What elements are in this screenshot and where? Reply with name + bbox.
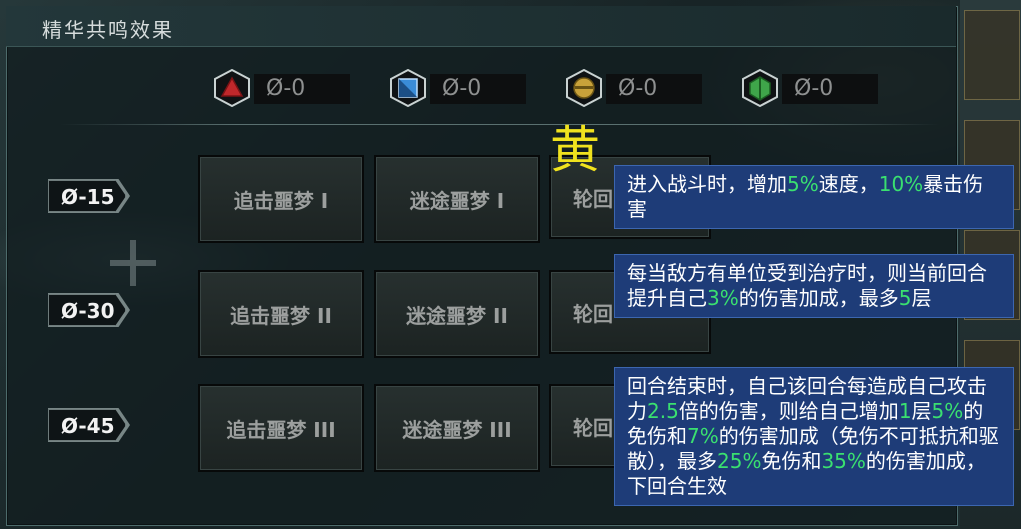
tooltip-text: 进入战斗时，增加: [627, 172, 787, 196]
essence-counter-value: Ø-0: [254, 74, 350, 104]
tooltip-text: 倍的伤害，则给自己增加: [678, 399, 899, 423]
gold-circle-essence-icon: [566, 69, 602, 107]
plus-icon: [110, 240, 156, 286]
tooltip-highlight-value: 5: [898, 286, 912, 310]
panel-title: 精华共鸣效果: [42, 18, 174, 42]
tooltip-highlight-value: 10%: [878, 172, 924, 196]
tooltip-highlight-value: 7%: [687, 424, 719, 448]
tooltip-highlight-value: 35%: [821, 449, 866, 473]
tooltip-highlight-value: 3%: [707, 286, 739, 310]
tooltip-text: 速度，: [818, 172, 879, 196]
tier-badge-30: Ø-30: [48, 294, 126, 326]
tooltip-text: 免伤和: [761, 449, 822, 473]
slot-chase-nightmare-2[interactable]: 追击噩梦 II: [198, 270, 364, 358]
effect-tooltip-tier-15: 进入战斗时，增加5%速度，10%暴击伤害: [614, 165, 1014, 229]
tier-badge-45: Ø-45: [48, 409, 126, 441]
essence-counter-value: Ø-0: [782, 74, 878, 104]
tier-badge-15: Ø-15: [48, 180, 126, 212]
annotation-mark: 黄: [550, 121, 600, 179]
tooltip-highlight-value: 25%: [717, 449, 762, 473]
essence-counter-value: Ø-0: [606, 74, 702, 104]
slot-lost-nightmare-1[interactable]: 迷途噩梦 I: [374, 155, 540, 243]
red-triangle-essence-icon: [214, 69, 250, 107]
tooltip-text: 层: [911, 286, 932, 310]
slot-chase-nightmare-1[interactable]: 追击噩梦 I: [198, 155, 364, 243]
essence-counter-value: Ø-0: [430, 74, 526, 104]
tooltip-text: 的伤害加成，最多: [738, 286, 899, 310]
tooltip-highlight-value: 2.5: [647, 399, 679, 423]
effect-tooltip-tier-45: 回合结束时，自己该回合每造成自己攻击力2.5倍的伤害，则给自己增加1层5%的免伤…: [614, 367, 1014, 506]
divider: [60, 124, 940, 125]
tooltip-highlight-value: 5%: [931, 399, 964, 423]
blue-square-essence-icon: [390, 69, 426, 107]
tooltip-highlight-value: 1: [898, 399, 912, 423]
tooltip-text: 层: [911, 399, 932, 423]
tooltip-highlight-value: 5%: [787, 172, 819, 196]
effect-tooltip-tier-30: 每当敌方有单位受到治疗时，则当前回合提升自己3%的伤害加成，最多5层: [614, 254, 1014, 318]
slot-lost-nightmare-3[interactable]: 迷途噩梦 III: [374, 384, 540, 472]
green-diamond-essence-icon: [742, 69, 778, 107]
background-card: [964, 10, 1020, 100]
slot-chase-nightmare-3[interactable]: 追击噩梦 III: [198, 384, 364, 472]
slot-lost-nightmare-2[interactable]: 迷途噩梦 II: [374, 270, 540, 358]
